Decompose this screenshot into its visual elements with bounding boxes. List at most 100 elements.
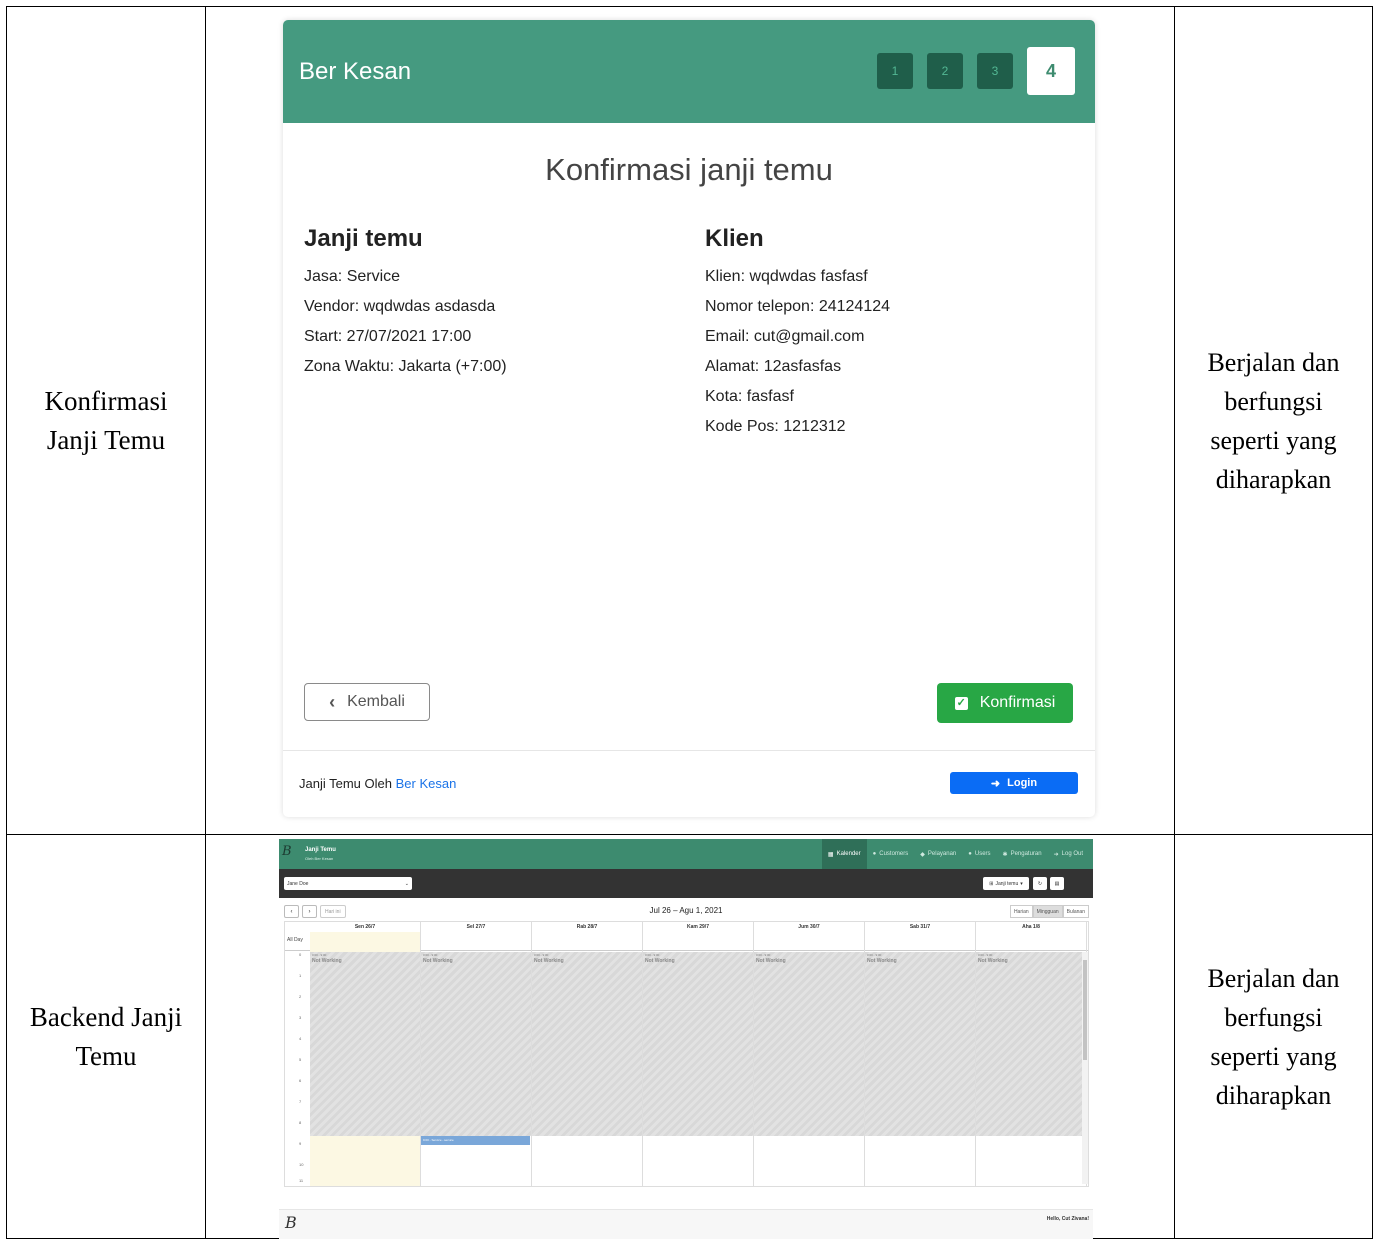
footer-greeting: Hello, Cut Zivana!: [1046, 1216, 1089, 1222]
status-line: Berjalan dan: [1207, 347, 1340, 377]
check-square-icon: ✓: [954, 696, 968, 710]
calendar-icon: ▦: [827, 851, 834, 858]
back-button-label: Kembali: [347, 693, 405, 710]
day-column[interactable]: 0:00 - 9:00 Not Working: [976, 932, 1087, 1186]
hour-label: 1: [299, 973, 302, 978]
day-headers: Sen 26/7 Sel 27/7 Rab 28/7 Kam 29/7 Jum …: [310, 922, 1087, 932]
backend-footer: B Hello, Cut Zivana!: [279, 1209, 1093, 1239]
day-header: Rab 28/7: [532, 922, 643, 932]
today-button[interactable]: Hari ini: [320, 905, 346, 918]
logout-icon: ➜: [1053, 851, 1059, 858]
not-working-block: 0:00 - 9:00 Not Working: [865, 952, 975, 1136]
not-working-time: 0:00 - 9:00: [645, 953, 660, 957]
signature-logo: B: [282, 844, 292, 859]
not-working-block: 0:00 - 9:00 Not Working: [421, 952, 531, 1136]
chevron-left-icon: ‹: [329, 691, 336, 712]
start-line: Start: 27/07/2021 17:00: [304, 328, 472, 345]
hour-gutter: 0 1 2 3 4 5 6 7 8 9 10 11: [285, 952, 310, 1184]
postal-code-line: Kode Pos: 1212312: [705, 418, 846, 435]
menu-settings[interactable]: ✱ Pengaturan: [997, 839, 1048, 869]
view-week[interactable]: Mingguan: [1032, 905, 1063, 918]
test-result-table: Konfirmasi Janji Temu Ber Kesan 1 2 3 4 …: [6, 6, 1373, 1239]
back-button[interactable]: ‹ Kembali: [304, 683, 430, 721]
status-line: seperti yang: [1210, 1041, 1337, 1071]
prev-week-button[interactable]: ‹: [284, 905, 299, 918]
day-header: Kam 29/7: [643, 922, 754, 932]
day-column[interactable]: 0:00 - 9:00 Not Working: [532, 932, 643, 1186]
menu-users[interactable]: ● Users: [962, 839, 996, 869]
feature-label-line: Temu: [75, 1040, 137, 1071]
wizard-footer: Janji Temu Oleh Ber Kesan: [299, 776, 456, 791]
day-column[interactable]: 0:00 - 9:00 Not Working: [865, 932, 976, 1186]
hour-label: 8: [299, 1120, 302, 1125]
menu-calendar[interactable]: ▦ Kalender: [821, 839, 867, 869]
menu-logout[interactable]: ➜ Log Out: [1048, 839, 1089, 869]
not-working-label: Not Working: [645, 958, 675, 964]
table-icon: ▤: [1054, 880, 1060, 887]
step-3[interactable]: 3: [977, 53, 1013, 89]
menu-services[interactable]: ◆ Pelayanan: [914, 839, 962, 869]
login-button[interactable]: ➜ Login: [950, 772, 1078, 794]
status-line: berfungsi: [1224, 1002, 1323, 1032]
provider-select[interactable]: Jane Doe ⌄: [284, 877, 412, 890]
not-working-time: 0:00 - 9:00: [756, 953, 771, 957]
not-working-block: 0:00 - 9:00 Not Working: [754, 952, 864, 1136]
day-header: Sab 31/7: [865, 922, 976, 932]
not-working-time: 0:00 - 9:00: [534, 953, 549, 957]
not-working-label: Not Working: [978, 958, 1008, 964]
step-2[interactable]: 2: [927, 53, 963, 89]
city-line: Kota: fasfasf: [705, 388, 794, 405]
day-column[interactable]: 0:00 - 9:00 Not Working: [643, 932, 754, 1186]
day-header: Sen 26/7: [310, 922, 421, 932]
menu-label: Pelayanan: [927, 851, 957, 857]
footer-brand-link[interactable]: Ber Kesan: [396, 776, 457, 791]
calendar-header: Jul 26 – Agu 1, 2021 ‹ › Hari ini Harian…: [279, 902, 1093, 920]
services-icon: ◆: [920, 851, 925, 858]
confirm-button-label: Konfirmasi: [979, 694, 1056, 711]
step-4-active[interactable]: 4: [1027, 47, 1075, 95]
next-week-button[interactable]: ›: [302, 905, 317, 918]
footer-divider: [283, 750, 1095, 751]
service-line: Jasa: Service: [304, 268, 401, 285]
menu-customers[interactable]: ● Customers: [867, 839, 915, 869]
status-line: diharapkan: [1215, 464, 1332, 494]
table-view-button[interactable]: ▤: [1050, 877, 1064, 890]
client-details: Klien Klien: wqdwdas fasfasf Nomor telep…: [705, 225, 890, 442]
backend-menu: ▦ Kalender ● Customers ◆ Pelayanan ● Users ✱…: [821, 839, 1089, 869]
users-icon: ●: [872, 851, 877, 857]
chevron-down-icon: ⌄: [404, 880, 409, 887]
menu-label: Log Out: [1061, 851, 1083, 857]
new-appointment-button[interactable]: ⊞ Janji temu ▾: [983, 877, 1029, 890]
view-switcher: Harian Mingguan Bulanan: [1009, 905, 1089, 918]
week-grid: Sen 26/7 Sel 27/7 Rab 28/7 Kam 29/7 Jum …: [284, 921, 1089, 1187]
not-working-label: Not Working: [756, 958, 786, 964]
plus-square-icon: ⊞: [989, 880, 994, 887]
feature-label-cell: Konfirmasi Janji Temu: [6, 6, 206, 835]
backend-calendar: B Janji Temu Oleh Ber Kesan ▦ Kalender ● C…: [279, 839, 1093, 1239]
feature-label-line: Konfirmasi: [44, 385, 168, 416]
day-column-today[interactable]: 0:00 - 9:00 Not Working: [310, 932, 421, 1186]
client-heading: Klien: [705, 225, 764, 252]
menu-label: Users: [974, 851, 991, 857]
hour-label: 5: [299, 1057, 302, 1062]
view-month[interactable]: Bulanan: [1062, 905, 1089, 918]
reload-icon: ↻: [1037, 880, 1043, 887]
new-appointment-label: Janji temu: [995, 880, 1019, 887]
view-day[interactable]: Harian: [1009, 905, 1033, 918]
confirm-button[interactable]: ✓ Konfirmasi: [937, 683, 1073, 723]
day-column[interactable]: 0:00 - 9:00 Not Working 9:00 - Service - …: [421, 932, 532, 1186]
not-working-block: 0:00 - 9:00 Not Working: [310, 952, 420, 1136]
step-1[interactable]: 1: [877, 53, 913, 89]
day-column[interactable]: 0:00 - 9:00 Not Working: [754, 932, 865, 1186]
not-working-time: 0:00 - 9:00: [978, 953, 993, 957]
login-button-label: Login: [1007, 777, 1038, 789]
brand-name: Ber Kesan: [299, 58, 412, 85]
feature-label-line: Janji Temu: [46, 424, 166, 455]
backend-subtitle: Oleh Ber Kesan: [305, 856, 334, 861]
calendar-scrollbar[interactable]: [1082, 952, 1088, 1184]
caret-down-icon: ▾: [1020, 880, 1023, 887]
reload-button[interactable]: ↻: [1033, 877, 1047, 890]
scroll-thumb[interactable]: [1083, 960, 1087, 1060]
appointment-event[interactable]: 9:00 - Service - service: [421, 1136, 530, 1145]
not-working-label: Not Working: [534, 958, 564, 964]
